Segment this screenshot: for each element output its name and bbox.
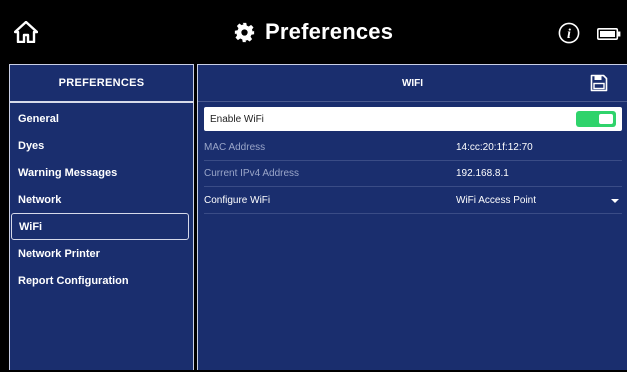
enable-wifi-label: Enable WiFi <box>210 113 264 125</box>
info-icon[interactable]: i <box>558 22 580 44</box>
svg-text:i: i <box>567 27 571 42</box>
sidebar-item-warning-messages[interactable]: Warning Messages <box>10 159 190 186</box>
enable-wifi-toggle[interactable] <box>576 111 616 127</box>
mac-address-value: 14:cc:20:1f:12:70 <box>456 142 533 153</box>
sidebar-item-report-configuration[interactable]: Report Configuration <box>10 267 190 294</box>
sidebar-item-network[interactable]: Network <box>10 186 190 213</box>
main-title: WIFI <box>401 77 424 89</box>
mac-address-label: MAC Address <box>204 142 266 153</box>
ipv4-address-row: Current IPv4 Address 192.168.8.1 <box>204 161 622 187</box>
main-header: WIFI <box>198 65 627 102</box>
ipv4-address-label: Current IPv4 Address <box>204 168 300 179</box>
sidebar-title: PREFERENCES <box>10 65 193 103</box>
configure-wifi-value[interactable]: WiFi Access Point <box>456 195 536 206</box>
configure-wifi-row[interactable]: Configure WiFi WiFi Access Point <box>204 188 622 214</box>
toggle-knob <box>599 114 613 124</box>
main-panel: WIFI Enable WiFi MAC Address 14:cc:20:1f… <box>197 64 627 370</box>
battery-icon <box>597 28 621 40</box>
ipv4-address-value: 192.168.8.1 <box>456 168 509 179</box>
page-title-group: Preferences <box>234 16 393 48</box>
sidebar: PREFERENCES General Dyes Warning Message… <box>9 64 194 370</box>
sidebar-item-network-printer[interactable]: Network Printer <box>10 240 190 267</box>
gear-icon <box>234 22 255 42</box>
sidebar-item-dyes[interactable]: Dyes <box>10 132 190 159</box>
mac-address-row: MAC Address 14:cc:20:1f:12:70 <box>204 135 622 161</box>
chevron-down-icon[interactable] <box>610 197 620 205</box>
top-bar: Preferences i <box>0 0 627 64</box>
configure-wifi-label: Configure WiFi <box>204 195 271 206</box>
enable-wifi-row: Enable WiFi <box>204 107 622 131</box>
home-icon[interactable] <box>14 21 38 43</box>
save-icon[interactable] <box>590 74 608 92</box>
sidebar-list: General Dyes Warning Messages Network Wi… <box>10 103 193 294</box>
sidebar-item-general[interactable]: General <box>10 105 190 132</box>
page-title: Preferences <box>265 19 394 44</box>
sidebar-item-wifi[interactable]: WiFi <box>11 213 189 240</box>
